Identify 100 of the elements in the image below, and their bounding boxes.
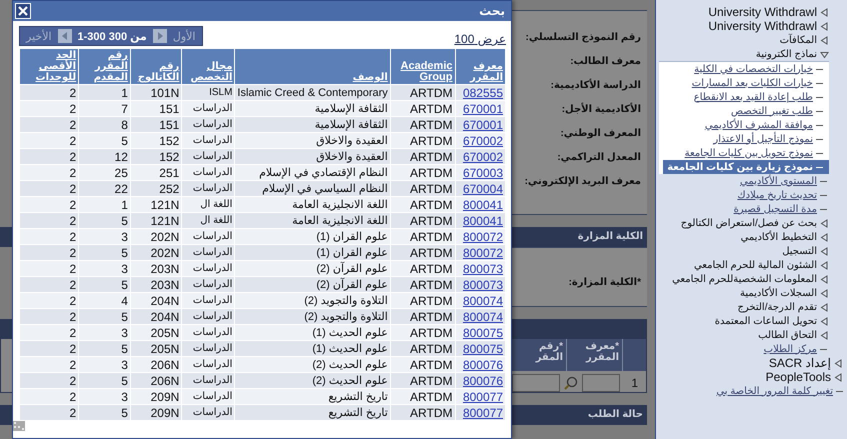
menu-folder[interactable]: السجلات الأكاديمية: [740, 288, 817, 298]
dash-icon: [816, 96, 823, 98]
table-cell: 203N: [150, 262, 180, 276]
grid-header-cell: *رقم المقر: [510, 339, 566, 371]
menu-folder[interactable]: تحويل الساعات المعتمدة: [714, 316, 817, 326]
collapsed-triangle-icon[interactable]: [820, 246, 829, 256]
resize-grip-icon[interactable]: [13, 421, 25, 431]
table-cell: اللغة الانجليزية العامة: [292, 198, 388, 210]
table-cell: ARTDM: [410, 230, 452, 244]
table-cell: الدراسات: [192, 326, 232, 338]
table-cell: الدراسات: [192, 230, 232, 242]
table-cell: الدراسات: [192, 278, 232, 290]
menu-link[interactable]: خيارات التخصصات في الكلية: [694, 64, 813, 74]
table-cell: 2: [69, 118, 76, 132]
collapsed-triangle-icon[interactable]: [820, 316, 829, 326]
menu-folder[interactable]: إعداد SACR: [768, 356, 831, 370]
table-cell: 2: [69, 182, 76, 196]
search-icon[interactable]: [564, 376, 578, 390]
table-cell: 202N: [150, 246, 180, 260]
column-header[interactable]: Academic Group: [390, 48, 455, 84]
column-header[interactable]: معرف المقرر: [455, 48, 506, 84]
input-field[interactable]: [582, 374, 620, 392]
table-cell: ISLM: [209, 86, 232, 98]
table-cell: 1: [121, 198, 128, 212]
menu-link[interactable]: نموذج التأجيل أو الاعتذار: [713, 134, 813, 144]
dash-icon: [816, 138, 823, 140]
table-cell: 22: [114, 182, 128, 196]
table-cell: النظام السياسي في الإسلام: [262, 182, 388, 194]
menu-link[interactable]: المستوى الأكاديمي: [740, 176, 817, 186]
selected-menu-item[interactable]: نموذج زيارة بين كليات الجامعة: [663, 160, 829, 174]
field-label: معرف الطالب:: [570, 55, 641, 69]
menu-folder[interactable]: التسجيل: [782, 246, 817, 256]
collapsed-triangle-icon[interactable]: [834, 358, 843, 368]
table-cell: ARTDM: [410, 198, 452, 212]
menu-link[interactable]: خيارات الكليات بعد المسارات: [692, 78, 813, 88]
column-header[interactable]: مجال التخصص: [182, 48, 235, 84]
column-header[interactable]: الحد الأقصى للوحدات: [20, 48, 79, 84]
view-100-link[interactable]: عرض 100: [454, 32, 506, 46]
collapsed-triangle-icon[interactable]: [820, 36, 829, 44]
table-cell: الدراسات: [192, 246, 232, 258]
table-cell: ARTDM: [410, 150, 452, 164]
collapsed-triangle-icon[interactable]: [820, 302, 829, 312]
menu-folder[interactable]: الشئون المالية للحرم الجامعي: [694, 260, 817, 270]
table-cell: 3: [121, 326, 128, 340]
collapsed-triangle-icon[interactable]: [820, 22, 829, 30]
column-header[interactable]: رقم المقرر المقدم: [78, 48, 130, 84]
input-field[interactable]: [512, 374, 560, 392]
menu-link[interactable]: موافقة المشرف الأكاديمي: [704, 120, 813, 130]
menu-link[interactable]: تغيير كلمة المرور الخاصة بي: [716, 386, 833, 396]
collapsed-triangle-icon[interactable]: [820, 260, 829, 270]
menu-folder[interactable]: المكافآت: [780, 34, 817, 46]
collapsed-triangle-icon[interactable]: [820, 274, 829, 284]
menu-folder[interactable]: التحاق الطالب: [758, 330, 817, 340]
menu-link[interactable]: طلب تغيير التخصص: [730, 106, 813, 116]
menu-link[interactable]: مركز الطلاب: [764, 344, 817, 354]
menu-folder[interactable]: PeopleTools: [766, 370, 831, 384]
menu-folder[interactable]: التخطيط الأكاديمي: [740, 232, 817, 242]
table-cell: الدراسات: [192, 374, 232, 386]
menu-folder[interactable]: المعلومات الشخصيةللحرم الجامعي: [672, 274, 817, 284]
table-cell: علوم الحديث (2): [312, 374, 388, 386]
collapsed-triangle-icon[interactable]: [820, 232, 829, 242]
table-cell: الدراسات: [192, 294, 232, 306]
collapsed-triangle-icon[interactable]: [834, 372, 843, 382]
table-cell: ARTDM: [410, 262, 452, 276]
collapsed-triangle-icon[interactable]: [820, 8, 829, 16]
table-cell: 121N: [150, 214, 180, 228]
menu-link[interactable]: طلب إعادة القيد بعد الانقطاع: [694, 92, 813, 102]
menu-folder[interactable]: نماذج الكترونية: [756, 48, 817, 60]
menu-folder[interactable]: University Withdrawl: [708, 19, 817, 33]
menu-folder[interactable]: بحث عن فصل/استعراض الكتالوج: [680, 218, 817, 228]
table-cell: 5: [121, 406, 128, 420]
table-cell: 2: [69, 134, 76, 148]
table-cell: 152: [159, 150, 180, 164]
menu-link[interactable]: تحديث تاريخ ميلادك: [737, 190, 817, 200]
column-header[interactable]: رقم الكاتالوج: [130, 48, 182, 84]
page-range: 1-300 من 300: [78, 30, 147, 42]
field-label: رقم النموذج التسلسلي:: [525, 31, 641, 45]
table-cell: 2: [69, 246, 76, 260]
table-cell: علوم القران (1): [316, 230, 388, 242]
table-cell: تاريخ التشريع: [328, 390, 388, 402]
dash-icon: [816, 68, 823, 70]
table-cell: 121N: [150, 198, 180, 212]
menu-folder[interactable]: تقدم الدرجة/التخرج: [737, 302, 817, 312]
table-cell: 204N: [150, 294, 180, 308]
table-cell: 2: [69, 278, 76, 292]
column-header[interactable]: الوصف: [234, 48, 390, 84]
dash-icon: [836, 390, 843, 392]
close-button[interactable]: [15, 3, 31, 19]
expanded-triangle-icon[interactable]: [820, 50, 829, 58]
table-cell: 2: [69, 310, 76, 324]
table-cell: 205N: [150, 326, 180, 340]
grid-header-cell: [622, 339, 646, 371]
menu-link[interactable]: مدة التسجيل قصيرة: [734, 204, 817, 214]
table-cell: ARTDM: [410, 326, 452, 340]
collapsed-triangle-icon[interactable]: [820, 288, 829, 298]
collapsed-triangle-icon[interactable]: [820, 330, 829, 340]
collapsed-triangle-icon[interactable]: [820, 218, 829, 228]
table-cell: ARTDM: [410, 342, 452, 356]
menu-folder[interactable]: University Withdrawl: [708, 5, 817, 19]
menu-link[interactable]: نموذج تحويل بين كليات الجامعة: [684, 148, 813, 158]
